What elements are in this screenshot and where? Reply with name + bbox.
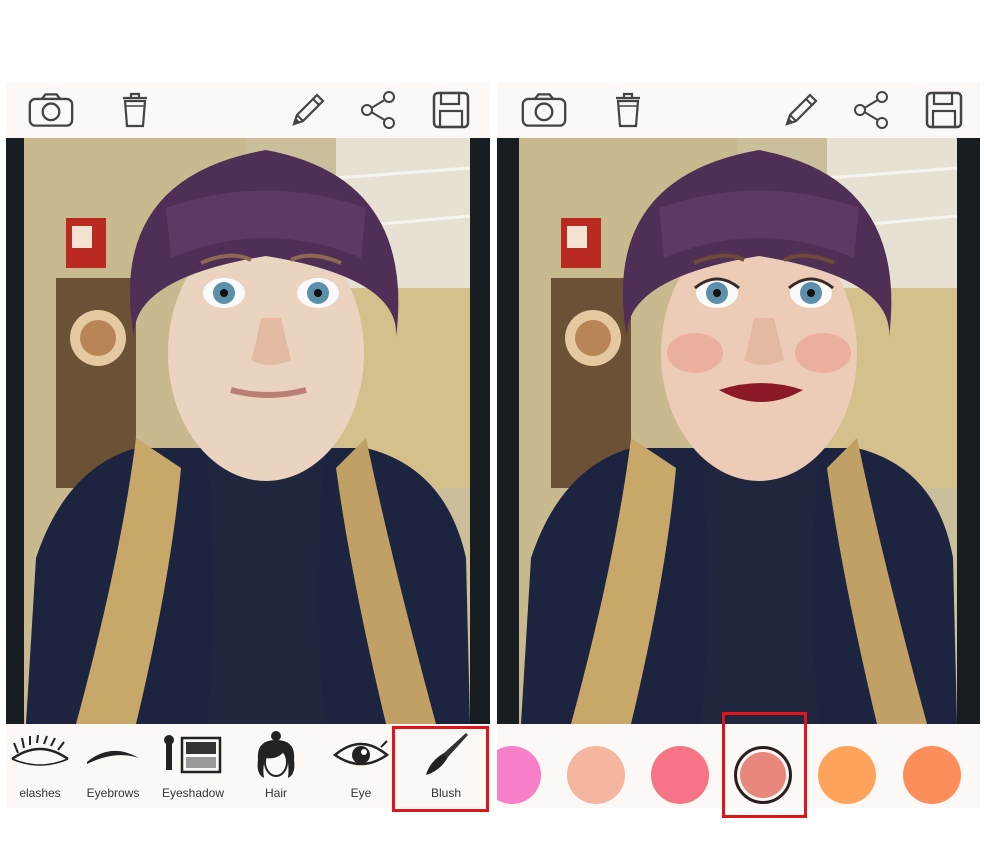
color-swatch[interactable] xyxy=(818,746,876,804)
camera-icon[interactable] xyxy=(521,88,567,132)
pencil-icon[interactable] xyxy=(778,88,824,132)
trash-icon[interactable] xyxy=(605,88,651,132)
top-toolbar xyxy=(6,82,490,138)
top-toolbar xyxy=(497,82,980,138)
eyelashes-icon xyxy=(6,732,80,778)
share-icon[interactable] xyxy=(355,88,401,132)
eye-icon xyxy=(321,732,401,778)
hair-icon xyxy=(236,731,316,778)
left-screen: elashes Eyebrows Eyeshadow Hair Eye Blus… xyxy=(6,82,490,808)
right-screen xyxy=(497,82,980,808)
pencil-icon[interactable] xyxy=(285,88,331,132)
color-swatch[interactable] xyxy=(567,746,625,804)
tool-eyebrows[interactable]: Eyebrows xyxy=(73,724,153,808)
save-icon[interactable] xyxy=(428,88,474,132)
tool-eyeshadow[interactable]: Eyeshadow xyxy=(153,724,233,808)
eyebrow-icon xyxy=(73,732,153,778)
selfie-photo xyxy=(6,138,490,724)
selfie-photo-with-makeup xyxy=(497,138,980,724)
save-icon[interactable] xyxy=(921,88,967,132)
color-swatch[interactable] xyxy=(651,746,709,804)
tool-eye[interactable]: Eye xyxy=(321,724,401,808)
highlight-blush-tool xyxy=(392,726,489,812)
camera-icon[interactable] xyxy=(28,88,74,132)
eyeshadow-palette-icon xyxy=(153,732,233,778)
highlight-selected-swatch xyxy=(722,712,807,818)
color-swatch[interactable] xyxy=(903,746,961,804)
share-icon[interactable] xyxy=(848,88,894,132)
tool-hair[interactable]: Hair xyxy=(236,724,316,808)
color-swatch[interactable] xyxy=(497,746,541,804)
trash-icon[interactable] xyxy=(112,88,158,132)
